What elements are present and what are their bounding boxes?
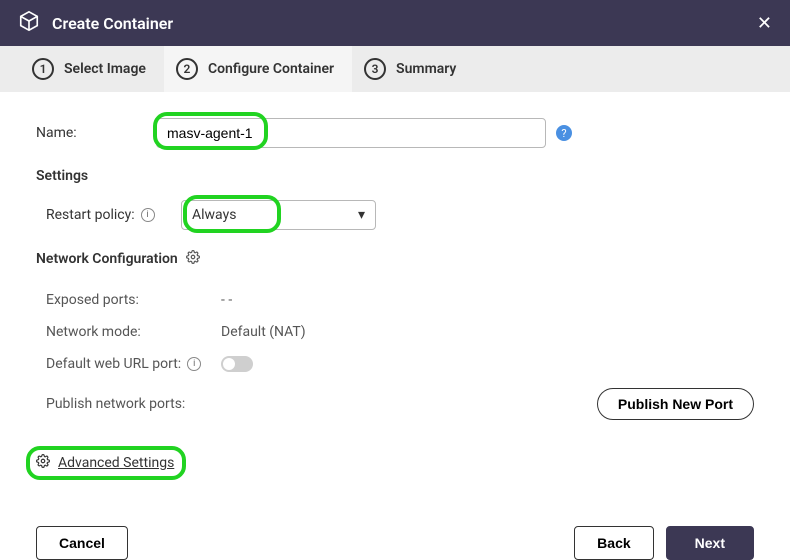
- step-number: 3: [364, 58, 386, 80]
- name-label: Name:: [36, 125, 156, 141]
- advanced-settings-label: Advanced Settings: [58, 455, 174, 471]
- chevron-down-icon: ▾: [358, 207, 365, 223]
- publish-new-port-button[interactable]: Publish New Port: [597, 388, 754, 420]
- name-input[interactable]: [156, 118, 546, 148]
- stepper: 1 Select Image 2 Configure Container 3 S…: [0, 46, 790, 92]
- next-button[interactable]: Next: [666, 526, 754, 560]
- select-value: Always: [192, 207, 236, 223]
- footer: Cancel Back Next: [0, 526, 790, 560]
- step-configure-container[interactable]: 2 Configure Container: [164, 46, 352, 92]
- restart-policy-select[interactable]: Always ▾: [181, 200, 376, 230]
- restart-policy-label: Restart policy: i: [46, 207, 181, 223]
- publish-ports-label: Publish network ports:: [46, 396, 221, 412]
- gear-icon[interactable]: [186, 250, 200, 268]
- gear-icon: [36, 454, 50, 472]
- step-number: 1: [32, 58, 54, 80]
- network-mode-label: Network mode:: [46, 324, 221, 340]
- default-url-port-row: Default web URL port: i: [46, 348, 754, 380]
- back-button[interactable]: Back: [574, 526, 653, 560]
- step-label: Select Image: [64, 61, 146, 77]
- close-icon[interactable]: ✕: [757, 13, 772, 34]
- publish-ports-row: Publish network ports: Publish New Port: [46, 380, 754, 428]
- network-heading: Network Configuration: [36, 250, 754, 268]
- exposed-ports-row: Exposed ports: - -: [46, 284, 754, 316]
- settings-heading: Settings: [36, 168, 754, 184]
- default-url-port-toggle[interactable]: [221, 356, 253, 372]
- cancel-button[interactable]: Cancel: [36, 526, 128, 560]
- help-icon[interactable]: ?: [556, 125, 572, 141]
- step-label: Configure Container: [208, 61, 334, 77]
- network-mode-row: Network mode: Default (NAT): [46, 316, 754, 348]
- network-mode-value: Default (NAT): [221, 324, 306, 340]
- modal-title: Create Container: [52, 14, 173, 33]
- info-icon[interactable]: i: [187, 357, 201, 371]
- step-number: 2: [176, 58, 198, 80]
- step-label: Summary: [396, 61, 456, 77]
- container-icon: [18, 10, 40, 36]
- exposed-ports-value: - -: [221, 292, 232, 308]
- exposed-ports-label: Exposed ports:: [46, 292, 221, 308]
- restart-policy-row: Restart policy: i Always ▾: [46, 200, 754, 230]
- name-row: Name: ?: [36, 118, 754, 148]
- info-icon[interactable]: i: [141, 208, 155, 222]
- advanced-settings-link[interactable]: Advanced Settings: [36, 454, 174, 472]
- modal-header: Create Container ✕: [0, 0, 790, 46]
- default-url-port-label: Default web URL port: i: [46, 356, 221, 372]
- step-summary[interactable]: 3 Summary: [352, 46, 474, 92]
- step-select-image[interactable]: 1 Select Image: [20, 46, 164, 92]
